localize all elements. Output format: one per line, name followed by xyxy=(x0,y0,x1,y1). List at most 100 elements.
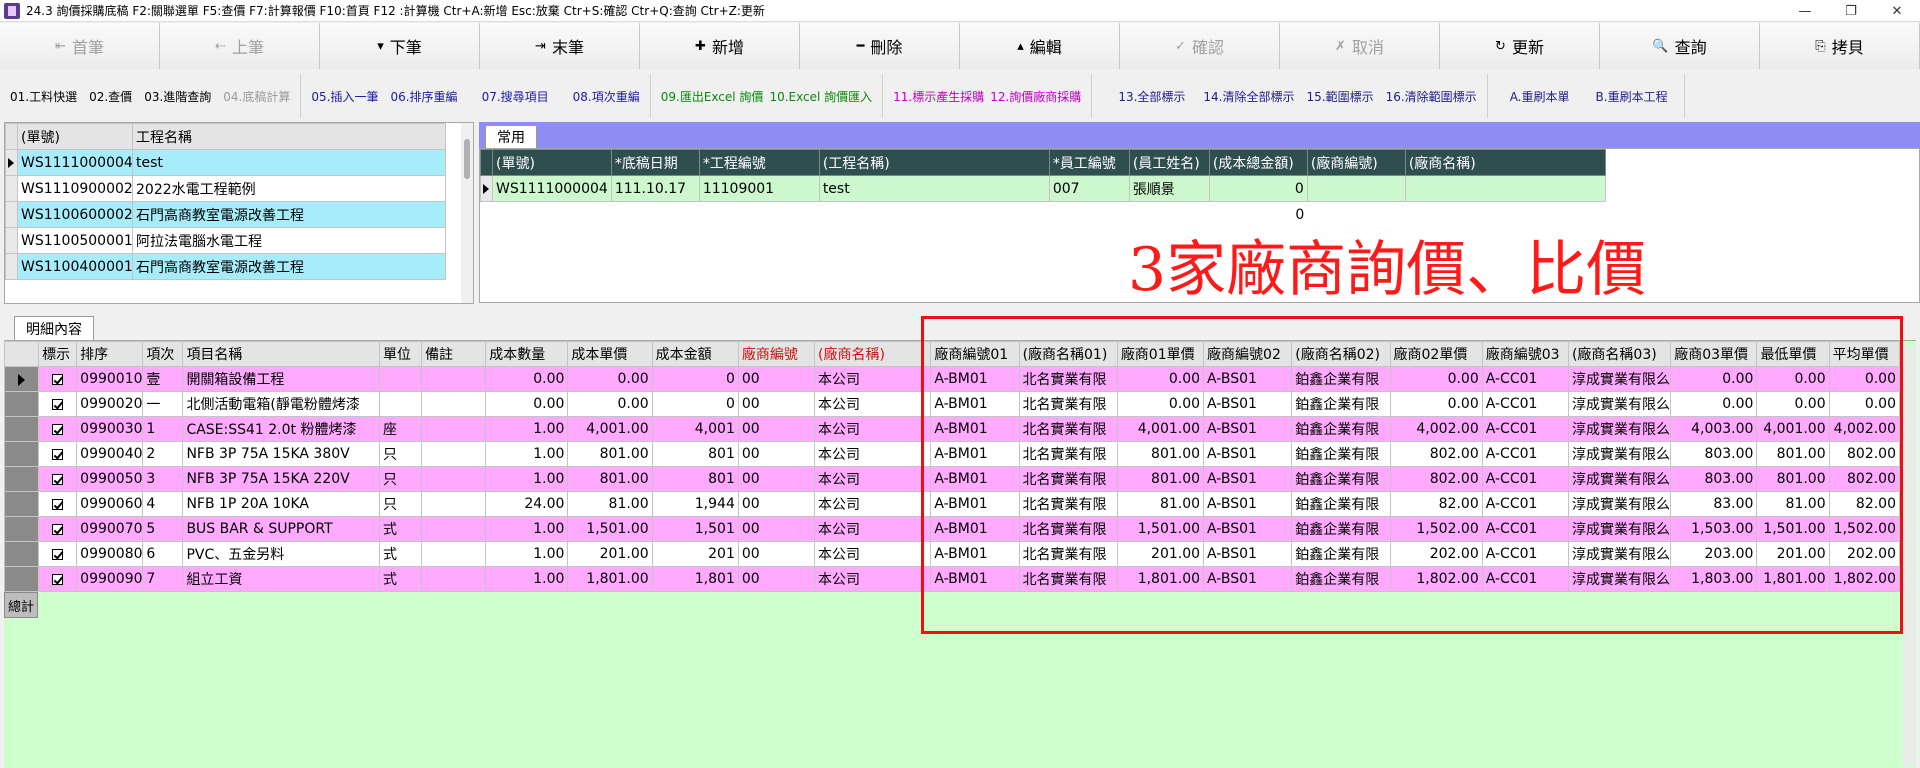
cell-cost-price[interactable]: 1,501.00 xyxy=(567,516,653,542)
cell-vendor-no[interactable]: 00 xyxy=(737,366,816,392)
mark-checkbox[interactable] xyxy=(52,498,64,510)
last-button[interactable]: ⇥ 末筆 xyxy=(480,23,640,69)
fn-import-excel[interactable]: 10.Excel 詢價匯入 xyxy=(763,88,878,105)
cell-vendor-no[interactable]: 00 xyxy=(737,466,816,492)
col-header-draft-date[interactable]: *底稿日期 xyxy=(610,149,700,176)
fn-resort[interactable]: 06.排序重編 xyxy=(384,88,463,105)
cell-doc-no[interactable]: WS1100500001 xyxy=(17,227,133,254)
mark-checkbox[interactable] xyxy=(52,373,64,385)
fn-export-excel[interactable]: 09.匯出Excel 詢價 xyxy=(655,88,764,105)
cell-vendor-no[interactable]: 00 xyxy=(737,391,816,417)
cell-vendor-no[interactable]: 00 xyxy=(737,491,816,517)
cell-vendor-name[interactable]: 本公司 xyxy=(814,516,932,542)
restore-button[interactable]: ❐ xyxy=(1828,0,1874,22)
cell-employee-no[interactable]: 007 xyxy=(1048,175,1130,202)
header-info-row[interactable]: WS1111000004 111.10.17 11109001 test 007 張順景 0 xyxy=(480,175,1606,202)
cell-unit[interactable]: 式 xyxy=(378,541,423,567)
cell-project-name[interactable]: test xyxy=(132,149,446,176)
cell-mark[interactable] xyxy=(38,466,78,492)
fn-refresh-doc[interactable]: A.重刷本單 xyxy=(1504,88,1590,105)
cell-vendor-no[interactable]: 00 xyxy=(737,516,816,542)
first-button[interactable]: ⇤ 首筆 xyxy=(0,23,160,69)
col-header-vendor-name[interactable]: (廠商名稱) xyxy=(814,341,932,367)
cell-cost-amount[interactable]: 0 xyxy=(651,366,739,392)
col-header-cost-price[interactable]: 成本單價 xyxy=(567,341,653,367)
row-indicator[interactable] xyxy=(5,201,18,228)
cell-item-no[interactable]: 3 xyxy=(142,466,184,492)
cell-sort[interactable]: 0990040 xyxy=(76,441,144,467)
cell-remark[interactable] xyxy=(421,391,487,417)
cell-item-name[interactable]: NFB 1P 20A 10KA xyxy=(182,491,380,517)
list-row[interactable]: WS1111000004 test xyxy=(5,149,446,176)
cell-cost-qty[interactable]: 0.00 xyxy=(485,366,569,392)
cell-vendor-no[interactable] xyxy=(1306,175,1406,202)
cell-mark[interactable] xyxy=(38,441,78,467)
cell-mark[interactable] xyxy=(38,566,78,592)
cell-vendor-no[interactable]: 00 xyxy=(737,566,816,592)
cell-item-name[interactable]: 北側活動電箱(靜電粉體烤漆 xyxy=(182,391,380,417)
cell-mark[interactable] xyxy=(38,516,78,542)
current-row-pointer-icon[interactable] xyxy=(480,175,493,202)
row-indicator[interactable] xyxy=(3,541,40,567)
cell-cost-qty[interactable]: 1.00 xyxy=(485,466,569,492)
current-row-pointer-icon[interactable] xyxy=(5,149,18,176)
cell-item-no[interactable]: 4 xyxy=(142,491,184,517)
cell-sort[interactable]: 0990090 xyxy=(76,566,144,592)
cell-doc-no[interactable]: WS1110900002 xyxy=(17,175,133,202)
cell-unit[interactable]: 只 xyxy=(378,491,423,517)
cell-remark[interactable] xyxy=(421,416,487,442)
cell-unit[interactable] xyxy=(378,366,423,392)
cell-sort[interactable]: 0990010 xyxy=(76,366,144,392)
cell-cost-qty[interactable]: 0.00 xyxy=(485,391,569,417)
cell-cost-price[interactable]: 801.00 xyxy=(567,441,653,467)
col-header-vendor-name[interactable]: (廠商名稱) xyxy=(1404,149,1606,176)
cell-cost-price[interactable]: 4,001.00 xyxy=(567,416,653,442)
minimize-button[interactable]: — xyxy=(1782,0,1828,22)
mark-checkbox[interactable] xyxy=(52,548,64,560)
cell-sort[interactable]: 0990060 xyxy=(76,491,144,517)
cell-cost-amount[interactable]: 0 xyxy=(651,391,739,417)
col-header-employee-name[interactable]: (員工姓名) xyxy=(1128,149,1210,176)
row-indicator[interactable] xyxy=(5,227,18,254)
fn-mark-all[interactable]: 13.全部標示 xyxy=(1112,88,1191,105)
cell-mark[interactable] xyxy=(38,366,78,392)
row-indicator[interactable] xyxy=(3,441,40,467)
cell-vendor-name[interactable]: 本公司 xyxy=(814,541,932,567)
fn-draft-calc[interactable]: 04.底稿計算 xyxy=(217,88,296,105)
search-button[interactable]: 🔍 查詢 xyxy=(1600,23,1760,69)
cell-vendor-name[interactable]: 本公司 xyxy=(814,441,932,467)
mark-checkbox[interactable] xyxy=(52,448,64,460)
col-header-item-no[interactable]: 項次 xyxy=(142,341,184,367)
fn-search-item[interactable]: 07.搜尋項目 xyxy=(464,88,555,105)
fn-insert-row[interactable]: 05.插入一筆 xyxy=(305,88,384,105)
cell-vendor-no[interactable]: 00 xyxy=(737,416,816,442)
col-header-project-name[interactable]: 工程名稱 xyxy=(132,123,446,150)
mark-checkbox[interactable] xyxy=(52,573,64,585)
fn-clear-range-marks[interactable]: 16.清除範圍標示 xyxy=(1380,88,1483,105)
row-indicator[interactable] xyxy=(3,391,40,417)
cell-unit[interactable]: 式 xyxy=(378,566,423,592)
cell-item-name[interactable]: PVC、五金另料 xyxy=(182,541,380,567)
cell-cost-amount[interactable]: 801 xyxy=(651,441,739,467)
cell-project-name[interactable]: test xyxy=(818,175,1050,202)
col-header-cost-qty[interactable]: 成本數量 xyxy=(485,341,569,367)
cell-cost-qty[interactable]: 24.00 xyxy=(485,491,569,517)
cell-sort[interactable]: 0990070 xyxy=(76,516,144,542)
cell-project-name[interactable]: 石門高商教室電源改善工程 xyxy=(132,253,446,280)
cell-cost-price[interactable]: 0.00 xyxy=(567,366,653,392)
cell-remark[interactable] xyxy=(421,491,487,517)
cell-item-name[interactable]: NFB 3P 75A 15KA 220V xyxy=(182,466,380,492)
previous-button[interactable]: ⇠ 上筆 xyxy=(160,23,320,69)
col-header-employee-no[interactable]: *員工編號 xyxy=(1048,149,1130,176)
col-header-doc-no[interactable]: (單號) xyxy=(17,123,133,150)
cell-unit[interactable] xyxy=(378,391,423,417)
fn-mark-range[interactable]: 15.範圍標示 xyxy=(1301,88,1380,105)
cell-project-name[interactable]: 石門高商教室電源改善工程 xyxy=(132,201,446,228)
cell-remark[interactable] xyxy=(421,366,487,392)
cell-draft-date[interactable]: 111.10.17 xyxy=(610,175,700,202)
col-header-total-cost[interactable]: (成本總金額) xyxy=(1208,149,1308,176)
row-indicator[interactable] xyxy=(5,253,18,280)
fn-mark-purchase[interactable]: 11.標示產生採購 xyxy=(887,88,984,105)
delete-button[interactable]: ━ 刪除 xyxy=(800,23,960,69)
cell-cost-price[interactable]: 1,801.00 xyxy=(567,566,653,592)
